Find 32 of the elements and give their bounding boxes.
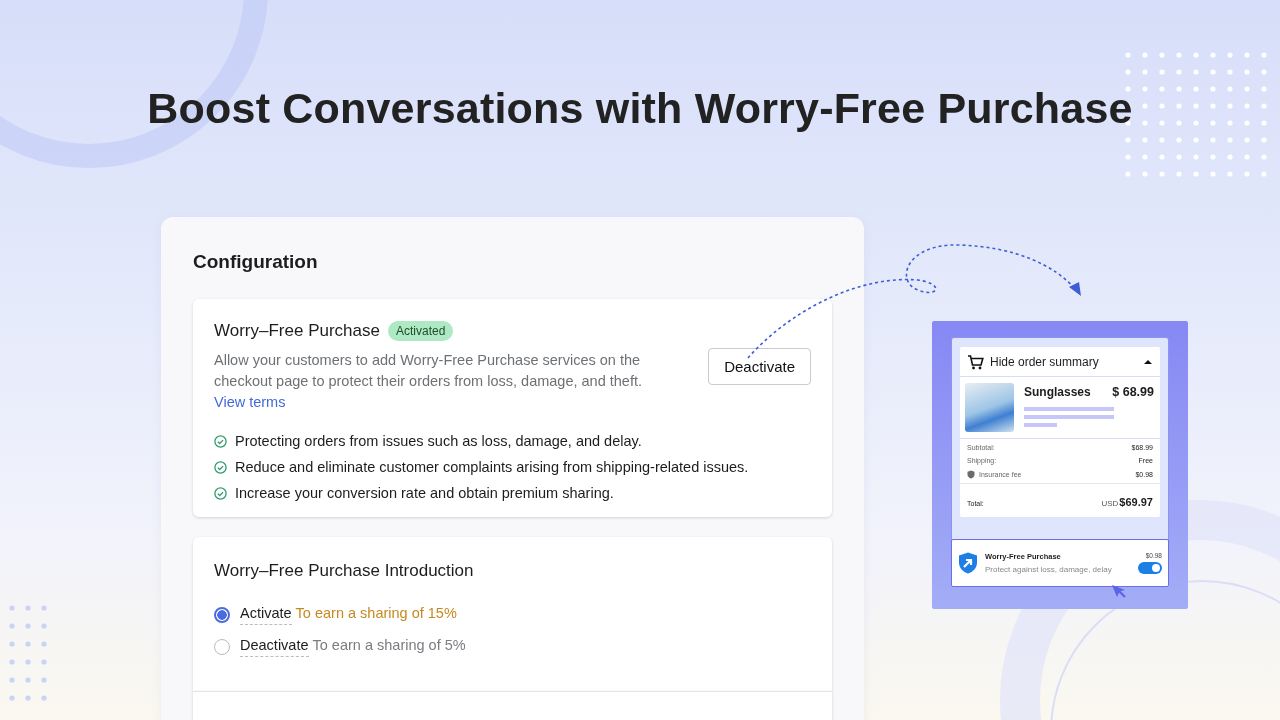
- currency-label: USD: [1101, 499, 1119, 508]
- view-terms-link[interactable]: View terms: [214, 394, 286, 410]
- toggle-switch[interactable]: [1138, 562, 1162, 574]
- service-description: Allow your customers to add Worry-Free Purchase services on the checkout page to protect their orders from loss, damage, and theft. View terms: [214, 351, 643, 412]
- radio-button[interactable]: [214, 607, 230, 623]
- shield-icon: [967, 470, 975, 479]
- summary-toggle[interactable]: Hide order summary: [960, 347, 1160, 377]
- photo-placeholder: [965, 383, 1014, 432]
- product-name: Sunglasses: [1024, 385, 1092, 399]
- headline: Boost Conversations with Worry-Free Purchase: [147, 84, 1133, 133]
- cart-icon: [967, 354, 984, 370]
- pointer-icon: [1110, 583, 1127, 599]
- protection-subtitle: Protect against loss, damage, delay: [985, 565, 1113, 574]
- deactivate-button[interactable]: Deactivate: [708, 348, 811, 385]
- service-title: Worry–Free Purchase: [214, 321, 380, 341]
- check-circle-icon: [214, 460, 227, 474]
- check-circle-icon: [214, 486, 227, 500]
- check-circle-icon: [214, 434, 227, 448]
- option-label[interactable]: Deactivate: [240, 637, 309, 657]
- option-label[interactable]: Activate: [240, 605, 292, 625]
- benefit-text: Reduce and eliminate customer complaints arising from shipping-related issues.: [235, 459, 749, 475]
- section-title: Worry–Free Purchase Introduction: [214, 561, 475, 581]
- shield-icon: [958, 552, 978, 574]
- benefit-text: Protecting orders from issues such as loss, damage, and delay.: [235, 433, 642, 449]
- status-badge: Activated: [387, 321, 454, 341]
- total-amount: $69.97: [1119, 496, 1153, 508]
- option-note: To earn a sharing of 15%: [295, 605, 457, 623]
- panel-title: Configuration: [193, 251, 319, 273]
- benefit-text: Increase your conversion rate and obtain premium sharing.: [235, 485, 614, 501]
- summary-toggle-label: Hide order summary: [990, 355, 1100, 369]
- option-note: To earn a sharing of 5%: [312, 637, 466, 655]
- product-price: $ 68.99: [1112, 384, 1154, 399]
